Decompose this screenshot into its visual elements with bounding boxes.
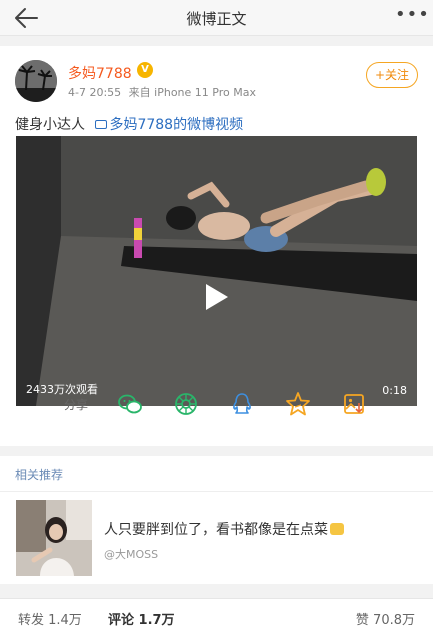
video-link-label: 多妈7788的微博视频 xyxy=(109,117,244,133)
favorite-star-icon[interactable] xyxy=(284,390,312,418)
video-link[interactable]: 多妈7788的微博视频 xyxy=(95,117,243,133)
video-link-icon xyxy=(95,120,108,129)
comment-button[interactable]: 评论 1.7万 xyxy=(108,609,175,628)
follow-button[interactable]: +关注 xyxy=(366,62,418,88)
post-card: 多妈7788 V 4-7 20:55 来自 iPhone 11 Pro Max … xyxy=(0,46,433,446)
bottom-action-bar: 转发 1.4万 评论 1.7万 赞 70.8万 xyxy=(0,598,433,634)
top-navigation-bar: 微博正文 ••• xyxy=(0,0,433,36)
related-item[interactable]: 人只要胖到位了，看书都像是在点菜 @大MOSS xyxy=(0,492,433,584)
save-image-icon[interactable] xyxy=(340,390,368,418)
repost-button[interactable]: 转发 1.4万 xyxy=(18,609,82,628)
video-player[interactable]: 2433万次观看 0:18 xyxy=(16,136,417,406)
post-timestamp: 4-7 20:55 xyxy=(68,86,122,99)
avatar[interactable] xyxy=(15,60,57,102)
related-item-title: 人只要胖到位了，看书都像是在点菜 xyxy=(104,522,328,538)
moments-icon[interactable] xyxy=(172,390,200,418)
post-source: 来自 iPhone 11 Pro Max xyxy=(128,86,256,99)
food-emoji-icon xyxy=(330,523,344,535)
vip-badge-icon: V xyxy=(137,62,153,78)
more-options-icon[interactable]: ••• xyxy=(395,6,429,28)
share-label: 分享 xyxy=(64,398,89,412)
related-title: 相关推荐 xyxy=(15,468,64,482)
wechat-icon[interactable] xyxy=(116,390,144,418)
post-body-text: 健身小达人 xyxy=(15,117,85,133)
post-text: 健身小达人 多妈7788的微博视频 xyxy=(15,114,243,134)
qq-icon[interactable] xyxy=(228,390,256,418)
play-icon[interactable] xyxy=(206,284,228,310)
related-item-author: @大MOSS xyxy=(104,548,159,561)
related-section-header: 相关推荐 xyxy=(0,456,433,492)
video-thumbnail xyxy=(16,136,417,406)
post-author-name[interactable]: 多妈7788 xyxy=(68,63,132,83)
related-item-text: 人只要胖到位了，看书都像是在点菜 xyxy=(104,519,344,539)
related-thumbnail xyxy=(16,500,92,576)
page-title: 微博正文 xyxy=(186,10,247,28)
post-meta: 4-7 20:55 来自 iPhone 11 Pro Max xyxy=(68,84,256,100)
like-button[interactable]: 赞 70.8万 xyxy=(356,609,415,628)
share-row: 分享 xyxy=(0,386,433,426)
